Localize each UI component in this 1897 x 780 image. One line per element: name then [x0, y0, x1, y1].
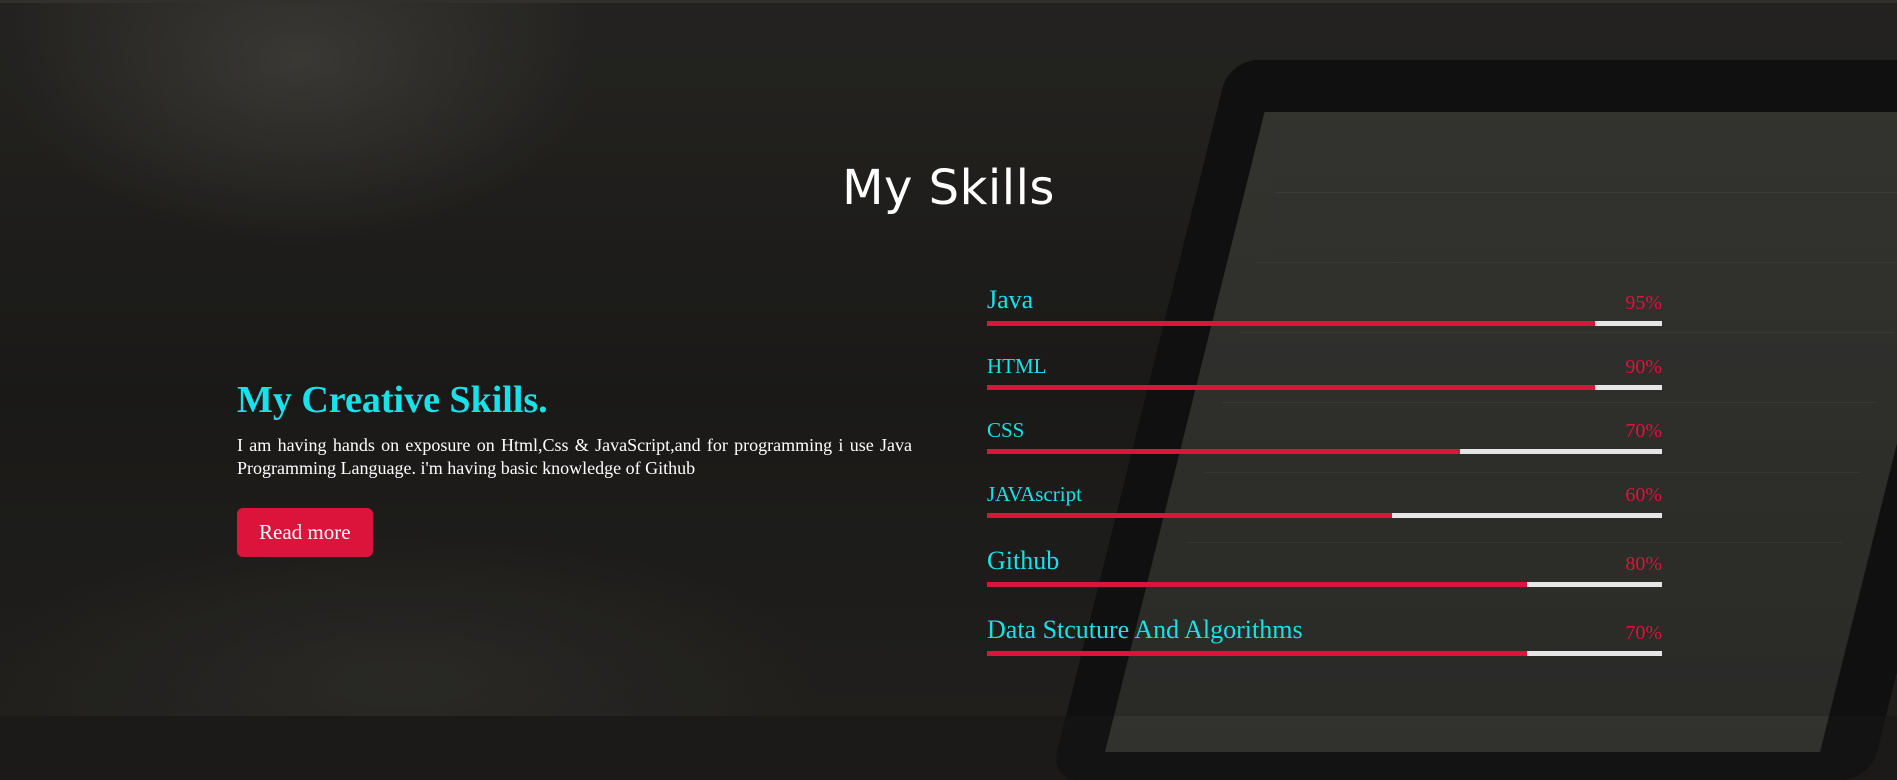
skill-percent: 95%	[1625, 292, 1662, 314]
skill-name: CSS	[987, 418, 1025, 442]
skill-progress-fill	[987, 321, 1595, 326]
skill-progress-fill	[987, 385, 1595, 390]
section-title: My Skills	[842, 160, 1055, 217]
skill-name: Java	[987, 285, 1034, 314]
skill-percent: 60%	[1625, 484, 1662, 506]
skill-progress-track	[987, 513, 1662, 518]
skill-css: CSS 70%	[987, 418, 1662, 454]
skill-progress-track	[987, 651, 1662, 656]
skill-github: Github 80%	[987, 546, 1662, 587]
skill-percent: 70%	[1625, 420, 1662, 442]
skill-name: Github	[987, 546, 1060, 575]
skill-percent: 90%	[1625, 356, 1662, 378]
skill-percent: 70%	[1625, 622, 1662, 644]
skill-name: JAVAscript	[987, 482, 1082, 506]
intro-heading: My Creative Skills.	[237, 379, 548, 421]
skill-data-structures: Data Stcuture And Algorithms 70%	[987, 615, 1662, 656]
skills-list: Java 95% HTML 90% CSS 70% JAVAscript 60%	[987, 285, 1662, 656]
skill-progress-fill	[987, 449, 1460, 454]
skill-java: Java 95%	[987, 285, 1662, 326]
skill-progress-track	[987, 582, 1662, 587]
skill-name: Data Stcuture And Algorithms	[987, 615, 1303, 644]
skill-html: HTML 90%	[987, 354, 1662, 390]
skill-percent: 80%	[1625, 553, 1662, 575]
skill-javascript: JAVAscript 60%	[987, 482, 1662, 518]
read-more-button[interactable]: Read more	[237, 508, 373, 557]
skill-progress-track	[987, 385, 1662, 390]
skill-progress-fill	[987, 582, 1527, 587]
skill-progress-fill	[987, 513, 1392, 518]
skill-progress-track	[987, 449, 1662, 454]
skill-progress-track	[987, 321, 1662, 326]
skill-name: HTML	[987, 354, 1047, 378]
intro-column: My Creative Skills. I am having hands on…	[237, 378, 912, 557]
intro-text: I am having hands on exposure on Html,Cs…	[237, 435, 912, 478]
skill-progress-fill	[987, 651, 1527, 656]
